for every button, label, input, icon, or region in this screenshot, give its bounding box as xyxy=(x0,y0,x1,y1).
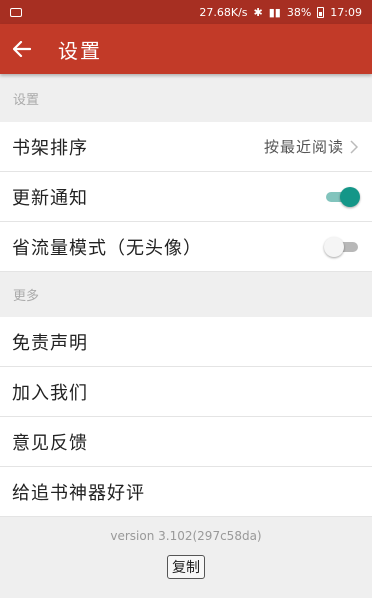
status-bar: 27.68K/s ✱ ▮▮ 38% 17:09 xyxy=(0,0,372,24)
clock: 17:09 xyxy=(330,5,362,19)
toggle-thumb xyxy=(324,236,344,257)
disclaimer-row[interactable]: 免责声明 xyxy=(0,317,372,367)
shelf-sort-label: 书架排序 xyxy=(12,137,88,159)
update-notify-label: 更新通知 xyxy=(12,187,88,209)
data-saver-row[interactable]: 省流量模式（无头像） xyxy=(0,222,372,272)
section-header-more: 更多 xyxy=(0,272,372,317)
battery-percent: 38% xyxy=(286,5,312,19)
network-speed: 27.68K/s xyxy=(199,5,248,19)
feedback-row[interactable]: 意见反馈 xyxy=(0,417,372,467)
back-button[interactable] xyxy=(0,24,44,74)
shelf-sort-value: 按最近阅读 xyxy=(263,138,344,156)
notification-icon xyxy=(10,7,22,17)
join-us-label: 加入我们 xyxy=(12,382,88,404)
footer: version 3.102(297c58da) 复制 xyxy=(0,517,372,579)
disclaimer-label: 免责声明 xyxy=(12,332,88,354)
battery-icon xyxy=(317,6,325,18)
copy-button[interactable]: 复制 xyxy=(167,555,205,579)
signal-icon: ▮▮ xyxy=(268,5,281,19)
page-title: 设置 xyxy=(58,38,102,63)
arrow-left-icon xyxy=(13,41,31,57)
update-notify-toggle[interactable] xyxy=(324,186,360,207)
join-us-row[interactable]: 加入我们 xyxy=(0,367,372,417)
app-bar: 设置 xyxy=(0,24,372,74)
data-saver-label: 省流量模式（无头像） xyxy=(12,237,202,259)
feedback-label: 意见反馈 xyxy=(12,432,88,454)
shelf-sort-row[interactable]: 书架排序 按最近阅读 xyxy=(0,122,372,172)
version-text: version 3.102(297c58da) xyxy=(110,529,262,543)
bluetooth-icon: ✱ xyxy=(253,5,263,19)
section-header-settings: 设置 xyxy=(0,74,372,122)
data-saver-toggle[interactable] xyxy=(324,236,360,257)
rate-app-row[interactable]: 给追书神器好评 xyxy=(0,467,372,517)
chevron-right-icon xyxy=(350,139,360,154)
toggle-thumb xyxy=(340,186,360,207)
rate-app-label: 给追书神器好评 xyxy=(12,482,145,504)
update-notify-row[interactable]: 更新通知 xyxy=(0,172,372,222)
